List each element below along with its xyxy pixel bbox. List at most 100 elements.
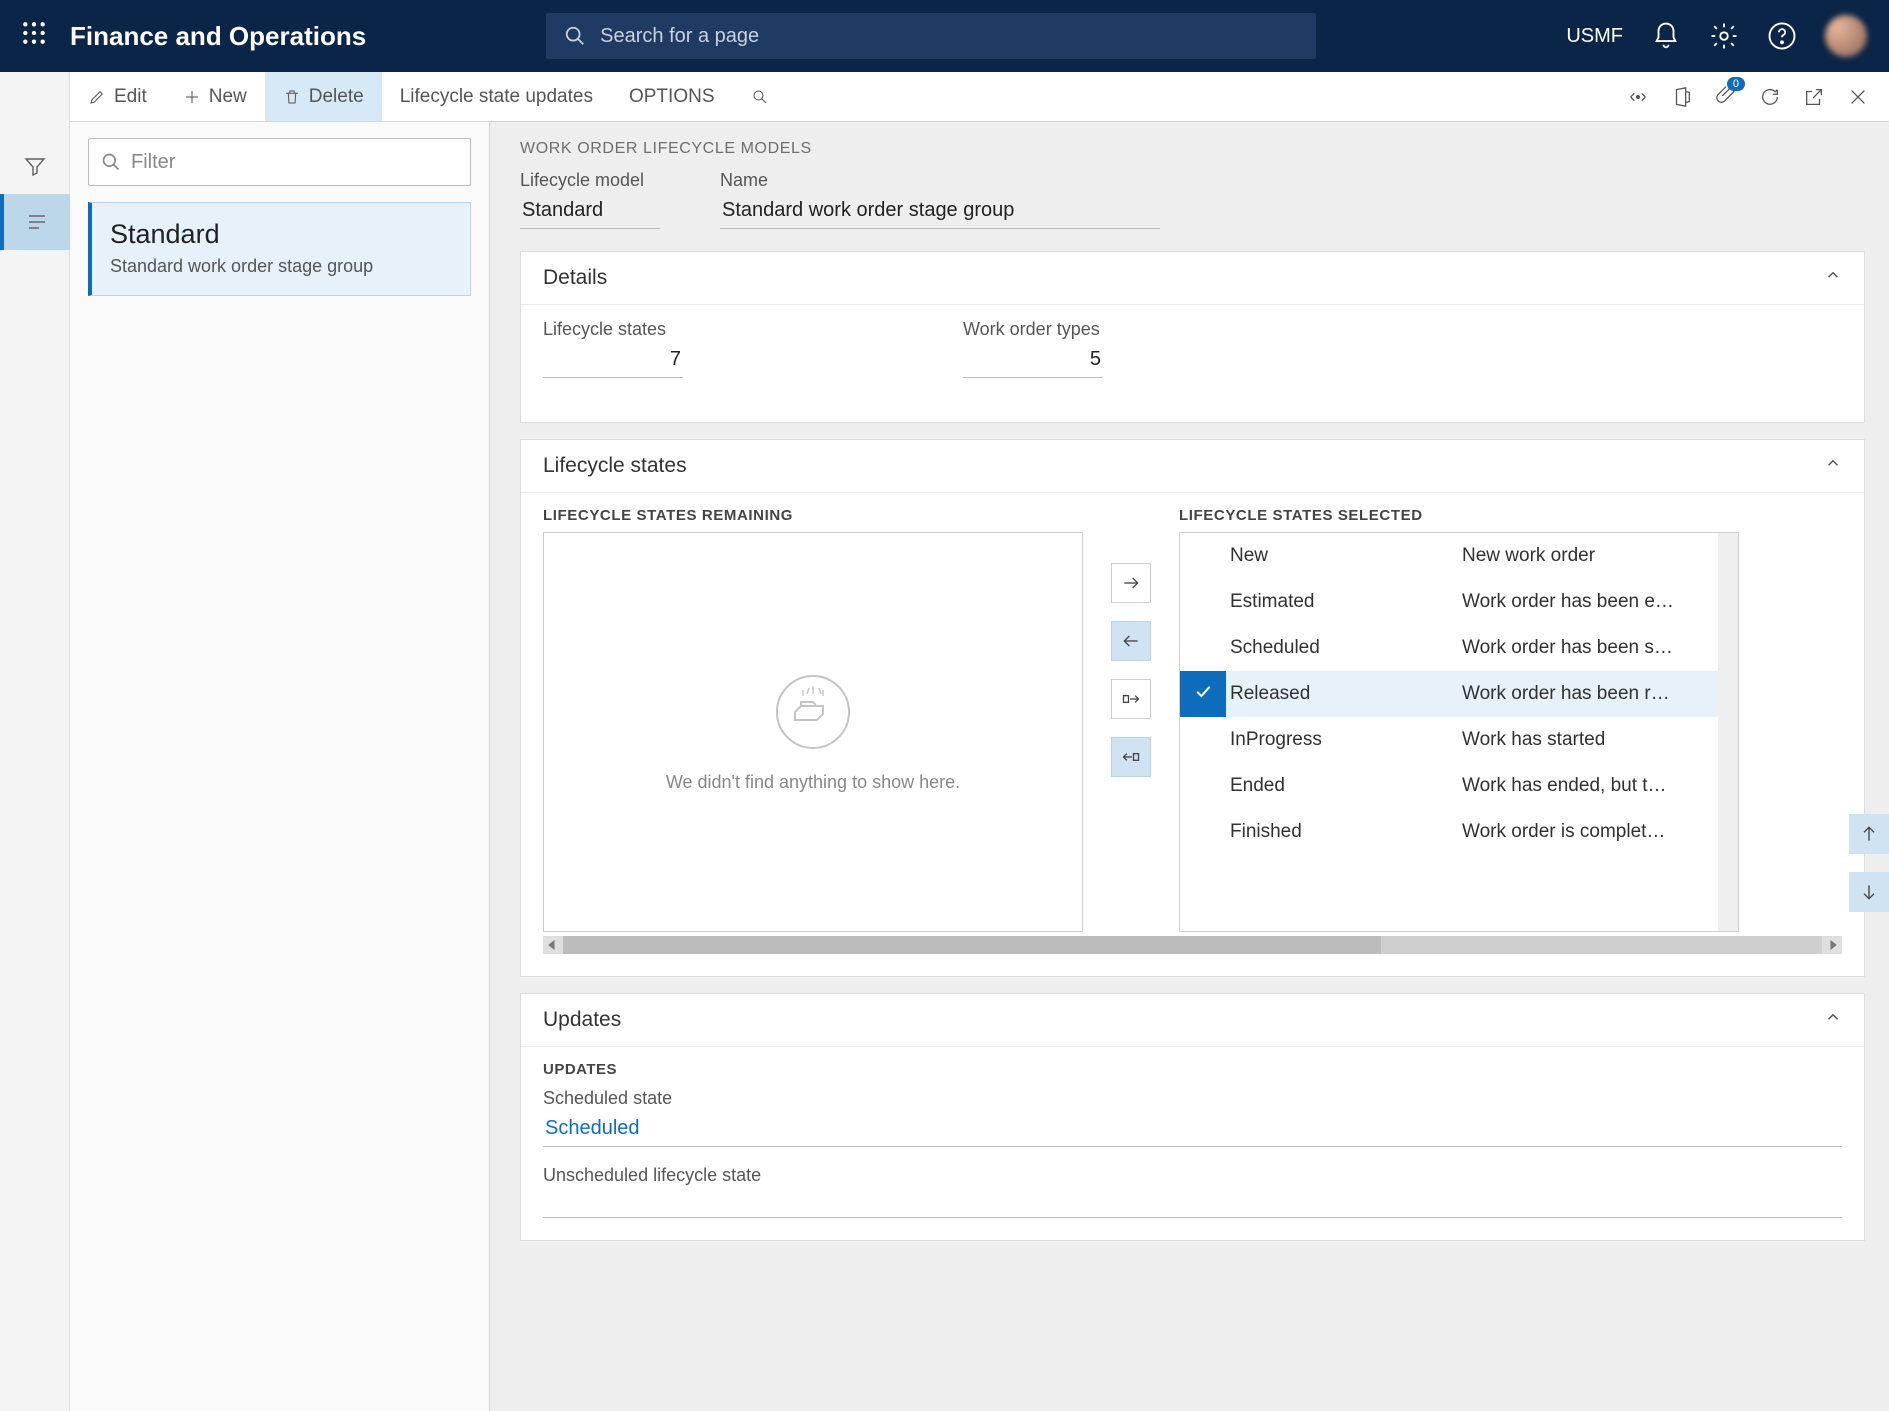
move-down-button[interactable] xyxy=(1849,872,1889,912)
new-button-label: New xyxy=(209,86,247,108)
company-label[interactable]: USMF xyxy=(1566,25,1623,48)
state-name: Finished xyxy=(1226,821,1462,843)
state-description: Work has started xyxy=(1462,729,1738,751)
table-row[interactable]: InProgressWork has started xyxy=(1180,717,1738,763)
horizontal-scrollbar[interactable] xyxy=(543,936,1842,954)
attachments-button[interactable]: 0 xyxy=(1715,83,1737,111)
lifecycle-card-title: Lifecycle states xyxy=(543,454,687,478)
scrollbar[interactable] xyxy=(1718,533,1738,931)
scheduled-state-value[interactable]: Scheduled xyxy=(543,1113,1842,1147)
table-row[interactable]: EstimatedWork order has been e… xyxy=(1180,579,1738,625)
popout-icon[interactable] xyxy=(1803,86,1825,108)
table-row[interactable]: ReleasedWork order has been r… xyxy=(1180,671,1738,717)
move-left-button[interactable] xyxy=(1111,621,1151,661)
options-button[interactable]: OPTIONS xyxy=(611,72,733,121)
updates-card-title: Updates xyxy=(543,1008,621,1032)
list-pane: Standard Standard work order stage group xyxy=(70,122,490,1411)
options-button-label: OPTIONS xyxy=(629,86,715,108)
office-icon[interactable] xyxy=(1671,86,1693,108)
top-nav: Finance and Operations USMF xyxy=(0,0,1889,72)
waffle-icon[interactable] xyxy=(4,20,64,52)
name-field-label: Name xyxy=(720,170,1160,191)
states-count-value[interactable]: 7 xyxy=(543,344,683,378)
move-all-right-button[interactable] xyxy=(1111,679,1151,719)
list-item-title: Standard xyxy=(110,219,452,250)
unscheduled-state-label: Unscheduled lifecycle state xyxy=(543,1165,1842,1186)
lifecycle-card-header[interactable]: Lifecycle states xyxy=(521,440,1864,492)
refresh-icon[interactable] xyxy=(1759,86,1781,108)
selected-list[interactable]: NewNew work orderEstimatedWork order has… xyxy=(1179,532,1739,932)
chevron-up-icon xyxy=(1824,266,1842,290)
model-field-label: Lifecycle model xyxy=(520,170,660,191)
lifecycle-card: Lifecycle states LIFECYCLE STATES REMAIN… xyxy=(520,439,1865,977)
types-count-value[interactable]: 5 xyxy=(963,344,1103,378)
nav-right: USMF xyxy=(1566,15,1879,57)
move-right-button[interactable] xyxy=(1111,563,1151,603)
state-name: Released xyxy=(1226,683,1462,705)
table-row[interactable]: ScheduledWork order has been s… xyxy=(1180,625,1738,671)
global-search-input[interactable] xyxy=(600,25,1298,48)
move-all-left-button[interactable] xyxy=(1111,737,1151,777)
remaining-title: LIFECYCLE STATES REMAINING xyxy=(543,507,1083,524)
chevron-up-icon xyxy=(1824,454,1842,478)
state-name: Scheduled xyxy=(1226,637,1462,659)
detail-pane: WORK ORDER LIFECYCLE MODELS Lifecycle mo… xyxy=(490,122,1889,1411)
details-card-header[interactable]: Details xyxy=(521,252,1864,304)
empty-folder-icon xyxy=(773,672,853,752)
new-button[interactable]: New xyxy=(165,72,265,121)
state-name: New xyxy=(1226,545,1462,567)
edit-button-label: Edit xyxy=(114,86,147,108)
brand-title: Finance and Operations xyxy=(70,21,366,52)
state-description: Work order has been r… xyxy=(1462,683,1738,705)
gear-icon[interactable] xyxy=(1709,21,1739,51)
updates-section-title: UPDATES xyxy=(543,1061,1842,1078)
filter-rail-button[interactable] xyxy=(0,138,70,194)
page-section-title: WORK ORDER LIFECYCLE MODELS xyxy=(520,140,1865,158)
list-item-subtitle: Standard work order stage group xyxy=(110,256,452,277)
state-description: Work order has been s… xyxy=(1462,637,1738,659)
state-description: Work has ended, but t… xyxy=(1462,775,1738,797)
state-description: New work order xyxy=(1462,545,1738,567)
delete-button[interactable]: Delete xyxy=(265,72,382,121)
search-icon xyxy=(101,152,121,172)
page-search-button[interactable] xyxy=(733,72,787,121)
global-search[interactable] xyxy=(546,13,1316,59)
states-count-label: Lifecycle states xyxy=(543,319,683,340)
updates-card-header[interactable]: Updates xyxy=(521,994,1864,1046)
state-description: Work order has been e… xyxy=(1462,591,1738,613)
scheduled-state-label: Scheduled state xyxy=(543,1088,1842,1109)
list-item[interactable]: Standard Standard work order stage group xyxy=(88,202,471,296)
close-icon[interactable] xyxy=(1847,86,1869,108)
left-rail xyxy=(0,72,70,1411)
lifecycle-updates-button[interactable]: Lifecycle state updates xyxy=(382,72,611,121)
details-card-title: Details xyxy=(543,266,607,290)
table-row[interactable]: EndedWork has ended, but t… xyxy=(1180,763,1738,809)
filter-box[interactable] xyxy=(88,138,471,186)
attachments-count: 0 xyxy=(1727,77,1745,91)
avatar[interactable] xyxy=(1825,15,1867,57)
connector-icon[interactable] xyxy=(1627,86,1649,108)
check-icon xyxy=(1193,681,1213,707)
remaining-list: We didn't find anything to show here. xyxy=(543,532,1083,932)
state-name: InProgress xyxy=(1226,729,1462,751)
list-rail-button[interactable] xyxy=(0,194,70,250)
delete-button-label: Delete xyxy=(309,86,364,108)
state-name: Estimated xyxy=(1226,591,1462,613)
help-icon[interactable] xyxy=(1767,21,1797,51)
model-field-value[interactable]: Standard xyxy=(520,195,660,229)
selected-title: LIFECYCLE STATES SELECTED xyxy=(1179,507,1739,524)
name-field-value[interactable]: Standard work order stage group xyxy=(720,195,1160,229)
chevron-up-icon xyxy=(1824,1008,1842,1032)
unscheduled-state-value[interactable] xyxy=(543,1190,1842,1218)
filter-input[interactable] xyxy=(131,151,458,174)
details-card: Details Lifecycle states 7 Work order ty… xyxy=(520,251,1865,423)
move-up-button[interactable] xyxy=(1849,814,1889,854)
table-row[interactable]: NewNew work order xyxy=(1180,533,1738,579)
table-row[interactable]: FinishedWork order is complet… xyxy=(1180,809,1738,855)
bell-icon[interactable] xyxy=(1651,21,1681,51)
updates-card: Updates UPDATES Scheduled state Schedule… xyxy=(520,993,1865,1241)
edit-button[interactable]: Edit xyxy=(70,72,165,121)
search-icon xyxy=(751,88,769,106)
lifecycle-updates-label: Lifecycle state updates xyxy=(400,86,593,108)
state-name: Ended xyxy=(1226,775,1462,797)
